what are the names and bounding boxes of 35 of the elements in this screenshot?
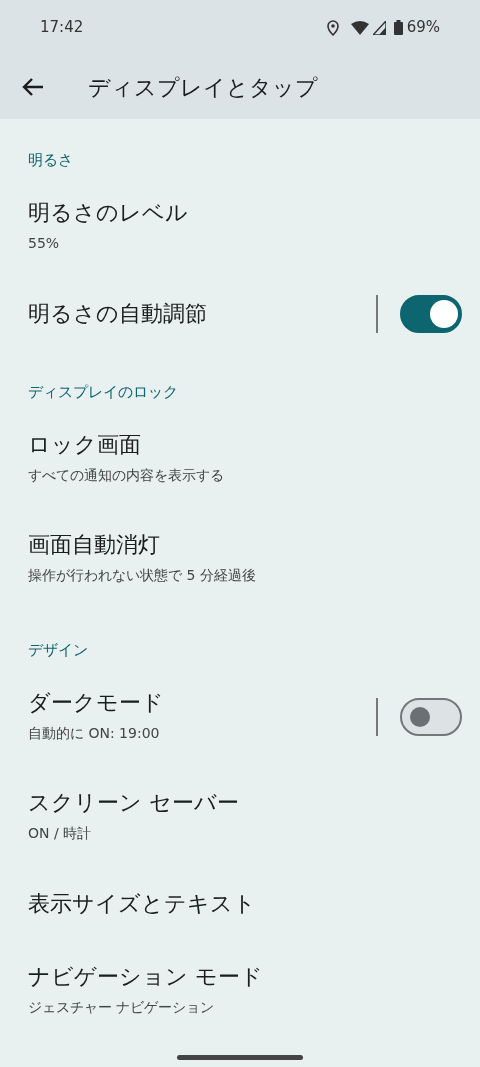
item-title: 明るさのレベル xyxy=(28,200,189,227)
settings-item[interactable]: 表示サイズとテキスト xyxy=(0,867,480,941)
item-subtitle: 操作が行われない状態で 5 分経過後 xyxy=(28,565,257,585)
item-title: ダークモード xyxy=(28,690,165,717)
status-time: 17:42 xyxy=(40,17,84,39)
signal-icon xyxy=(372,20,386,35)
item-title: 表示サイズとテキスト xyxy=(28,890,257,918)
settings-item[interactable]: 明るさの自動調節 xyxy=(0,277,480,351)
item-title: 明るさの自動調節 xyxy=(28,300,208,328)
wifi-icon xyxy=(350,20,369,35)
item-subtitle: 自動的に ON: 19:00 xyxy=(28,723,161,743)
battery-icon xyxy=(393,20,403,35)
section-header: デザイン xyxy=(28,641,88,659)
section-header: ディスプレイのロック xyxy=(28,383,178,401)
settings-item[interactable]: ナビゲーション モード ジェスチャー ナビゲーション xyxy=(0,941,480,1041)
item-title: ロック画面 xyxy=(28,432,142,459)
item-title: ナビゲーション モード xyxy=(28,964,264,991)
battery-percent: 69% xyxy=(406,17,440,39)
back-arrow-icon[interactable] xyxy=(22,78,44,96)
toggle-switch[interactable] xyxy=(400,295,462,333)
item-title: スクリーン セーバー xyxy=(28,790,240,817)
settings-item[interactable]: ダークモード 自動的に ON: 19:00 xyxy=(0,667,480,767)
settings-item[interactable]: 画面自動消灯 操作が行われない状態で 5 分経過後 xyxy=(0,509,480,609)
item-subtitle: ON / 時計 xyxy=(28,823,93,843)
item-title: 画面自動消灯 xyxy=(28,532,161,559)
settings-item[interactable]: スクリーン セーバー ON / 時計 xyxy=(0,767,480,867)
section-header: 明るさ xyxy=(28,151,73,169)
toggle-switch[interactable] xyxy=(400,698,462,736)
settings-item[interactable]: ロック画面 すべての通知の内容を表示する xyxy=(0,409,480,509)
item-subtitle: 55% xyxy=(28,233,61,253)
settings-item[interactable]: 明るさのレベル 55% xyxy=(0,177,480,277)
page-title: ディスプレイとタップ xyxy=(88,73,318,102)
item-subtitle: すべての通知の内容を表示する xyxy=(28,465,225,485)
item-subtitle: ジェスチャー ナビゲーション xyxy=(28,997,216,1017)
location-icon xyxy=(326,19,339,36)
